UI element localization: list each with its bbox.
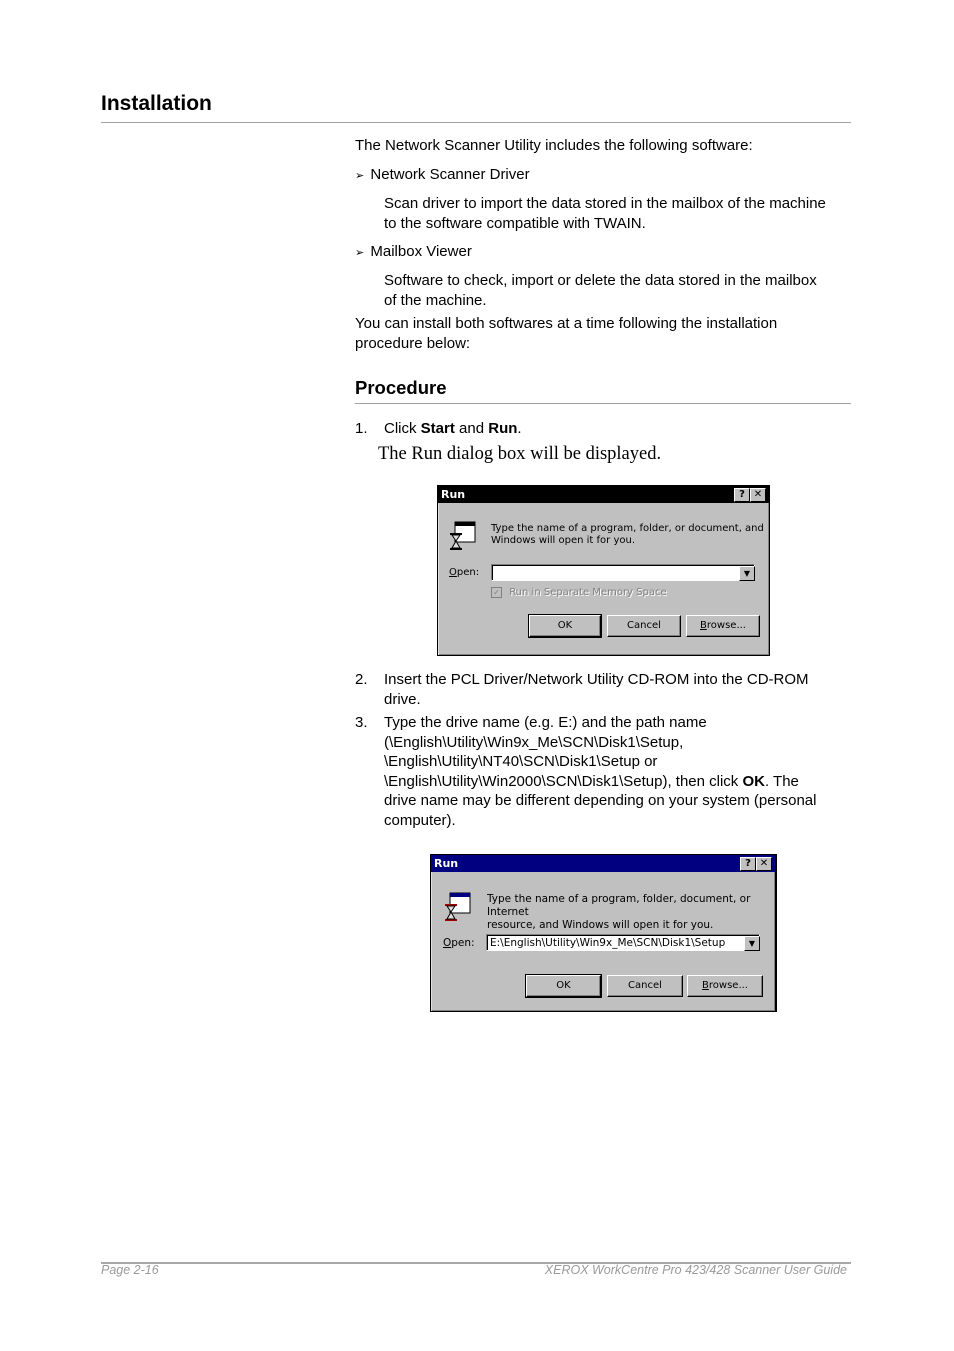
ok-button[interactable]: OK <box>525 974 602 998</box>
checkbox-label: Run in Separate Memory Space <box>509 587 667 598</box>
line: Type the drive name (e.g. E:) and the pa… <box>384 714 707 731</box>
note-line: procedure below: <box>355 334 471 352</box>
prompt-line: Type the name of a program, folder, or d… <box>491 523 764 534</box>
line: \English\Utility\NT40\SCN\Disk1\Setup or <box>384 753 658 770</box>
software-name: Network Scanner Driver <box>370 166 530 183</box>
ok-button[interactable]: OK <box>528 614 602 638</box>
bold-run: Run <box>488 420 518 437</box>
software-desc-driver: Scan driver to import the data stored in… <box>384 194 826 233</box>
desc-line: Software to check, import or delete the … <box>384 272 817 289</box>
guide-title: XEROX WorkCentre Pro 423/428 Scanner Use… <box>544 1263 847 1277</box>
page-heading: Installation <box>101 92 212 115</box>
browse-button[interactable]: Browse... <box>687 975 763 997</box>
label: pen: <box>451 937 475 949</box>
dialog-prompt: Type the name of a program, folder, docu… <box>487 893 775 932</box>
step-text: Insert the PCL Driver/Network Utility CD… <box>384 670 809 709</box>
step-number: 1. <box>355 420 368 437</box>
open-combobox[interactable]: E:\English\Utility\Win9x_Me\SCN\Disk1\Se… <box>486 934 760 951</box>
open-label: Open: <box>449 567 479 578</box>
dialog-title: Run <box>434 857 459 870</box>
text: . The <box>764 772 799 790</box>
procedure-rule <box>355 403 851 404</box>
close-button[interactable]: ✕ <box>756 857 772 871</box>
line: drive name may be different depending on… <box>384 792 817 809</box>
run-hourglass-icon <box>450 521 476 550</box>
label: rowse... <box>708 980 748 991</box>
line: drive. <box>384 690 421 708</box>
software-item-driver: ➢ Network Scanner Driver <box>355 165 530 187</box>
dialog-titlebar: Run ? ✕ <box>438 486 769 503</box>
help-button[interactable]: ? <box>740 857 756 871</box>
dialog-titlebar: Run ? ✕ <box>431 855 775 872</box>
line: \English\Utility\Win2000\SCN\Disk1\Setup… <box>384 772 816 792</box>
accel: B <box>702 980 709 991</box>
bold-start: Start <box>420 420 455 437</box>
text: and <box>454 420 489 437</box>
line: Insert the PCL Driver/Network Utility CD… <box>384 671 809 688</box>
step-2: 2. Insert the PCL Driver/Network Utility… <box>355 670 809 708</box>
dialog-prompt: Type the name of a program, folder, or d… <box>491 523 764 547</box>
note-line: You can install both softwares at a time… <box>355 315 778 332</box>
accel: O <box>449 567 457 578</box>
open-label: Open: <box>443 937 475 949</box>
desc-line: to the software compatible with TWAIN. <box>384 214 646 232</box>
prompt-line: Type the name of a program, folder, docu… <box>487 893 751 918</box>
run-dialog-empty: Run ? ✕ Type the name of a program, fold… <box>437 485 770 656</box>
page-number: Page 2-16 <box>101 1263 159 1277</box>
text: Click <box>384 420 421 437</box>
cancel-button[interactable]: Cancel <box>607 615 681 637</box>
heading-rule <box>101 122 851 123</box>
step-text: Click Start and Run. <box>384 419 522 439</box>
close-button[interactable]: ✕ <box>750 488 766 502</box>
software-name: Mailbox Viewer <box>370 243 472 260</box>
text: . <box>517 420 522 437</box>
line: (\English\Utility\Win9x_Me\SCN\Disk1\Set… <box>384 733 684 751</box>
step-number: 2. <box>355 671 368 688</box>
software-item-viewer: ➢ Mailbox Viewer <box>355 242 472 264</box>
intro-text: The Network Scanner Utility includes the… <box>355 137 753 154</box>
label: pen: <box>456 567 480 578</box>
label: rowse... <box>706 620 746 631</box>
procedure-heading: Procedure <box>355 377 447 398</box>
accel: B <box>700 620 707 631</box>
dialog-title: Run <box>441 488 466 501</box>
desc-line: of the machine. <box>384 291 487 309</box>
run-dialog-filled: Run ? ✕ Type the name of a program, fold… <box>430 854 777 1012</box>
checkbox-check-icon: ✓ <box>491 587 502 598</box>
step-1-result: The Run dialog box will be displayed. <box>378 444 662 464</box>
software-desc-viewer: Software to check, import or delete the … <box>384 271 817 310</box>
prompt-line: resource, and Windows will open it for y… <box>487 919 714 931</box>
dropdown-arrow-icon[interactable]: ▼ <box>739 566 755 581</box>
run-hourglass-icon <box>445 892 471 921</box>
help-button[interactable]: ? <box>734 488 750 502</box>
install-note: You can install both softwares at a time… <box>355 314 777 353</box>
step-text: Type the drive name (e.g. E:) and the pa… <box>384 713 816 830</box>
line: computer). <box>384 811 456 829</box>
prompt-line: Windows will open it for you. <box>491 535 636 546</box>
step-1: 1. Click Start and Run. <box>355 419 522 439</box>
text: \English\Utility\Win2000\SCN\Disk1\Setup… <box>384 772 743 790</box>
desc-line: Scan driver to import the data stored in… <box>384 195 826 212</box>
dropdown-arrow-icon[interactable]: ▼ <box>744 936 760 951</box>
step-3: 3. Type the drive name (e.g. E:) and the… <box>355 713 816 829</box>
open-combobox[interactable] <box>491 564 755 581</box>
cancel-button[interactable]: Cancel <box>607 975 683 997</box>
step-number: 3. <box>355 714 368 731</box>
browse-button[interactable]: Browse... <box>686 615 760 637</box>
separate-memory-checkbox[interactable]: ✓ Run in Separate Memory Space <box>491 587 667 598</box>
bold-ok: OK <box>742 772 765 790</box>
bullet-icon: ➢ <box>355 170 365 182</box>
bullet-icon: ➢ <box>355 247 365 259</box>
